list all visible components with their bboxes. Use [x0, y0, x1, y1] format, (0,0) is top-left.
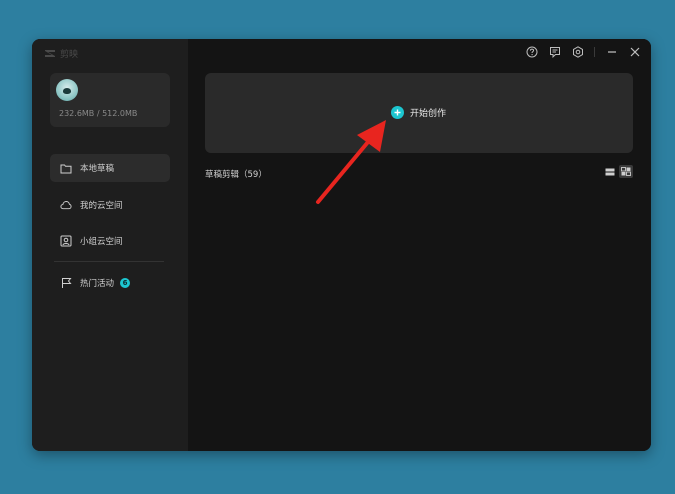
list-view-icon — [605, 168, 615, 175]
avatar[interactable] — [56, 79, 78, 101]
cloud-icon — [60, 199, 72, 211]
start-creation-button[interactable]: 开始创作 — [391, 106, 446, 119]
grid-view-icon — [621, 167, 631, 176]
events-badge: 6 — [120, 278, 131, 288]
app-name: 剪映 — [60, 50, 79, 60]
start-creation-label: 开始创作 — [410, 109, 447, 119]
sidebar-item-local-drafts[interactable]: 本地草稿 — [50, 154, 170, 182]
user-card[interactable]: 232.6MB / 512.0MB — [50, 73, 170, 127]
view-toggle — [603, 165, 633, 178]
close-icon[interactable] — [628, 46, 641, 59]
flag-icon — [60, 277, 72, 289]
main-panel: 开始创作 草稿剪辑（59） — [188, 39, 651, 451]
sidebar: 剪映 232.6MB / 512.0MB 本地草稿 我的云空间 小组云空间 热门… — [32, 39, 188, 451]
titlebar-separator — [594, 47, 595, 57]
grid-view-button[interactable] — [619, 165, 633, 178]
sidebar-item-label: 热门活动 — [80, 279, 115, 289]
sidebar-item-label: 小组云空间 — [80, 237, 123, 247]
feedback-icon[interactable] — [548, 46, 561, 59]
app-logo: 剪映 — [44, 47, 78, 60]
sidebar-item-label: 本地草稿 — [80, 164, 115, 174]
storage-usage: 232.6MB / 512.0MB — [59, 109, 138, 118]
team-icon — [60, 235, 72, 247]
titlebar-controls — [525, 45, 641, 59]
sidebar-divider — [54, 261, 164, 262]
folder-icon — [60, 162, 72, 174]
sidebar-item-label: 我的云空间 — [80, 201, 123, 211]
minimize-icon[interactable] — [605, 46, 618, 59]
avatar-face — [63, 88, 71, 94]
capcut-logo-icon — [45, 50, 55, 57]
start-creation-panel[interactable]: 开始创作 — [205, 73, 633, 153]
sidebar-item-hot-events[interactable]: 热门活动 6 — [50, 269, 170, 297]
sidebar-item-team-cloud[interactable]: 小组云空间 — [50, 227, 170, 255]
settings-icon[interactable] — [571, 46, 584, 59]
drafts-header: 草稿剪辑（59） — [205, 170, 267, 180]
list-view-button[interactable] — [603, 165, 617, 178]
sidebar-item-my-cloud[interactable]: 我的云空间 — [50, 191, 170, 219]
plus-icon — [391, 106, 404, 119]
app-window: 剪映 232.6MB / 512.0MB 本地草稿 我的云空间 小组云空间 热门… — [32, 39, 651, 451]
help-icon[interactable] — [525, 46, 538, 59]
